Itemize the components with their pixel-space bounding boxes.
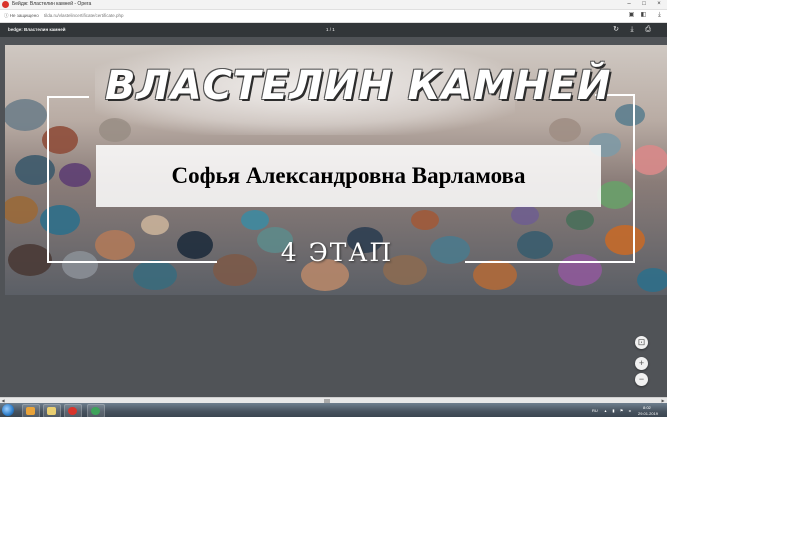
media-player-icon: [26, 407, 35, 415]
certificate-heading: ВЛАСТЕЛИН КАМНЕЙ: [105, 63, 612, 109]
pdf-page: ВЛАСТЕЛИН КАМНЕЙ Софья Александровна Вар…: [5, 45, 667, 295]
recipient-name: Софья Александровна Варламова: [171, 163, 526, 188]
print-icon[interactable]: ⎙: [644, 26, 652, 34]
taskbar-app[interactable]: [87, 404, 105, 417]
security-text: Не защищено: [9, 13, 39, 18]
taskbar-media-player[interactable]: [22, 404, 40, 417]
volume-icon[interactable]: ◂: [627, 408, 632, 413]
taskbar-opera[interactable]: [64, 404, 82, 417]
window-title: Бейдж: Властелин камней - Opera: [12, 1, 92, 7]
extension-icon[interactable]: ◧: [640, 12, 647, 19]
alert-icon[interactable]: ⚑: [619, 408, 624, 413]
frame-bottom-left: [47, 261, 217, 263]
address-bar[interactable]: ⓘ Не защищено tilda.ru/vlastelincertific…: [0, 10, 667, 23]
window-titlebar: Бейдж: Властелин камней - Opera – □ ×: [0, 0, 667, 10]
frame-bottom-right: [465, 261, 635, 263]
zoom-in-button[interactable]: +: [635, 357, 648, 370]
network-icon[interactable]: ▮: [611, 408, 616, 413]
tray-language[interactable]: RU: [592, 408, 598, 413]
opera-icon: [68, 407, 77, 415]
opera-logo-icon: [2, 1, 9, 8]
download-icon[interactable]: ⤓: [628, 26, 636, 34]
pdf-doc-title: bedge: Властелин камней: [8, 27, 66, 32]
rotate-icon[interactable]: ↻: [612, 26, 620, 34]
pdf-toolbar: bedge: Властелин камней 1 / 1 ↻ ⤓ ⎙: [0, 23, 667, 37]
stage-label: 4 ЭТАП: [280, 238, 394, 267]
url-text[interactable]: tilda.ru/vlastelincertificate/certificat…: [44, 12, 124, 20]
screen: Бейдж: Властелин камней - Opera – □ × ⓘ …: [0, 0, 667, 417]
tray-date[interactable]: 29.01.2019: [638, 411, 658, 416]
pdf-page-count: 1 / 1: [326, 27, 335, 32]
taskbar-explorer[interactable]: [43, 404, 61, 417]
tray-time[interactable]: 8:02: [643, 405, 651, 410]
frame-right: [633, 94, 635, 262]
download-icon[interactable]: ⤓: [656, 12, 663, 19]
zoom-out-button[interactable]: −: [635, 373, 648, 386]
start-button[interactable]: [2, 404, 14, 416]
maximize-icon[interactable]: □: [637, 0, 651, 9]
frame-left: [47, 96, 49, 262]
close-icon[interactable]: ×: [652, 0, 666, 9]
tray-arrow-icon[interactable]: ▴: [603, 408, 608, 413]
security-label[interactable]: ⓘ Не защищено: [4, 12, 39, 20]
info-icon: ⓘ: [4, 13, 9, 18]
taskbar: RU ▴ ▮ ⚑ ◂ 8:02 29.01.2019: [0, 403, 667, 417]
app-icon: [91, 407, 100, 415]
minimize-icon[interactable]: –: [622, 0, 636, 9]
folder-icon: [47, 407, 56, 415]
fit-page-button[interactable]: ⊡: [635, 336, 648, 349]
camera-icon[interactable]: ▣: [628, 12, 635, 19]
frame-top-left: [47, 96, 89, 98]
